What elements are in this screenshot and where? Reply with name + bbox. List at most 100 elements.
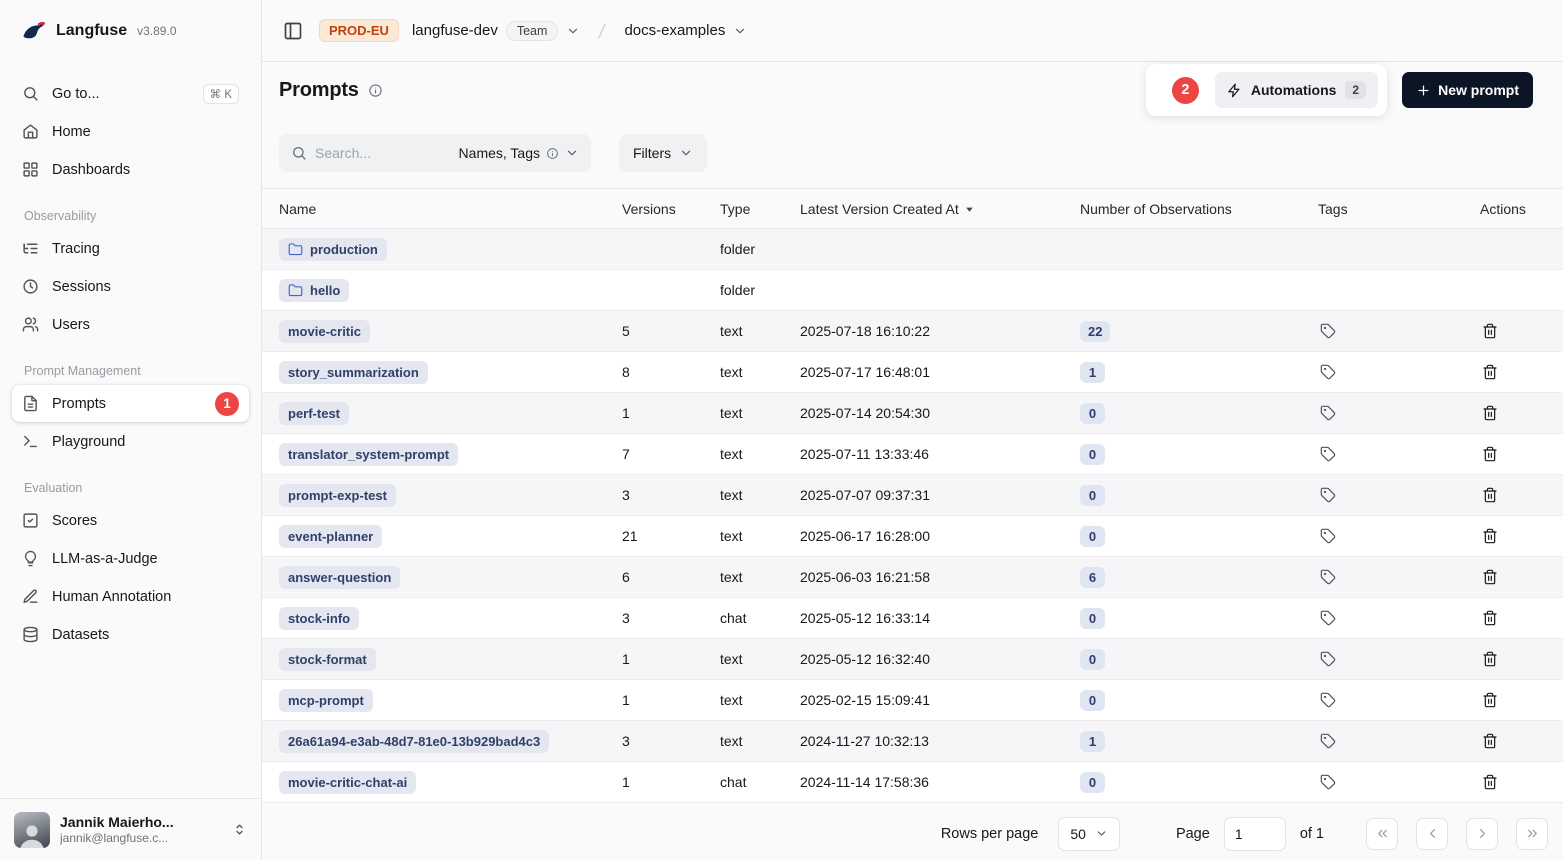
first-page-button[interactable]: [1366, 818, 1398, 850]
filters-button[interactable]: Filters: [619, 134, 707, 172]
prompt-name-badge[interactable]: hello: [279, 279, 349, 302]
prompt-name-badge[interactable]: mcp-prompt: [279, 689, 373, 712]
table-row[interactable]: 26a61a94-e3ab-48d7-81e0-13b929bad4c33tex…: [262, 721, 1563, 762]
table-row[interactable]: stock-format1text2025-05-12 16:32:400: [262, 639, 1563, 680]
search-scope-dropdown[interactable]: Names, Tags: [459, 145, 579, 161]
row-delete-button[interactable]: [1480, 649, 1500, 669]
table-row[interactable]: story_summarization8text2025-07-17 16:48…: [262, 352, 1563, 393]
type-cell: folder: [710, 229, 790, 270]
row-delete-button[interactable]: [1480, 526, 1500, 546]
row-delete-button[interactable]: [1480, 772, 1500, 792]
sidebar-section-observability: Observability: [0, 189, 261, 229]
column-header-created-at[interactable]: Latest Version Created At: [790, 189, 1070, 229]
sidebar-item-datasets[interactable]: Datasets: [12, 616, 249, 653]
prompt-name-badge[interactable]: movie-critic-chat-ai: [279, 771, 416, 794]
prompt-name-badge[interactable]: production: [279, 238, 387, 261]
environment-badge[interactable]: PROD-EU: [319, 19, 399, 42]
annotation-step-1-badge: 1: [215, 392, 239, 416]
page-number-input[interactable]: [1224, 817, 1286, 851]
row-delete-button[interactable]: [1480, 690, 1500, 710]
type-cell: text: [710, 557, 790, 598]
sidebar-item-sessions[interactable]: Sessions: [12, 268, 249, 305]
row-tag-button[interactable]: [1318, 444, 1338, 464]
automations-button[interactable]: Automations 2: [1215, 72, 1378, 108]
row-delete-button[interactable]: [1480, 567, 1500, 587]
row-tag-button[interactable]: [1318, 772, 1338, 792]
prompt-name-badge[interactable]: translator_system-prompt: [279, 443, 458, 466]
sidebar-item-human-annotation[interactable]: Human Annotation: [12, 578, 249, 615]
table-row[interactable]: prompt-exp-test3text2025-07-07 09:37:310: [262, 475, 1563, 516]
sidebar-toggle-button[interactable]: [280, 18, 306, 44]
prompt-name-badge[interactable]: stock-format: [279, 648, 376, 671]
column-header-type[interactable]: Type: [710, 189, 790, 229]
row-tag-button[interactable]: [1318, 485, 1338, 505]
row-delete-button[interactable]: [1480, 362, 1500, 382]
table-row[interactable]: stock-info3chat2025-05-12 16:33:140: [262, 598, 1563, 639]
info-icon[interactable]: [368, 83, 383, 98]
row-delete-button[interactable]: [1480, 444, 1500, 464]
prompt-name-badge[interactable]: story_summarization: [279, 361, 428, 384]
table-row[interactable]: hellofolder: [262, 270, 1563, 311]
search-box[interactable]: Names, Tags: [279, 134, 591, 172]
sidebar-item-llm-judge[interactable]: LLM-as-a-Judge: [12, 540, 249, 577]
last-page-button[interactable]: [1516, 818, 1548, 850]
column-header-tags[interactable]: Tags: [1308, 189, 1470, 229]
row-delete-button[interactable]: [1480, 608, 1500, 628]
sidebar-item-users[interactable]: Users: [12, 306, 249, 343]
table-row[interactable]: translator_system-prompt7text2025-07-11 …: [262, 434, 1563, 475]
prompt-name-badge[interactable]: answer-question: [279, 566, 400, 589]
column-header-name[interactable]: Name: [262, 189, 612, 229]
table-row[interactable]: event-planner21text2025-06-17 16:28:000: [262, 516, 1563, 557]
table-row[interactable]: production folder: [262, 229, 1563, 270]
row-tag-button[interactable]: [1318, 649, 1338, 669]
sidebar-item-scores[interactable]: Scores: [12, 502, 249, 539]
prev-page-button[interactable]: [1416, 818, 1448, 850]
table-row[interactable]: mcp-prompt1text2025-02-15 15:09:410: [262, 680, 1563, 721]
row-tag-button[interactable]: [1318, 403, 1338, 423]
user-menu[interactable]: Jannik Maierho... jannik@langfuse.c...: [0, 798, 261, 860]
brand[interactable]: Langfuse v3.89.0: [0, 0, 261, 62]
search-input[interactable]: [315, 145, 451, 161]
next-page-button[interactable]: [1466, 818, 1498, 850]
sidebar-item-tracing[interactable]: Tracing: [12, 230, 249, 267]
org-switcher[interactable]: langfuse-dev Team: [412, 21, 580, 41]
sidebar-item-goto[interactable]: Go to... ⌘ K: [12, 75, 249, 112]
table-row[interactable]: movie-critic-chat-ai1chat2024-11-14 17:5…: [262, 762, 1563, 803]
prompt-name-badge[interactable]: stock-info: [279, 607, 359, 630]
table-row[interactable]: movie-critic5text2025-07-18 16:10:2222: [262, 311, 1563, 352]
row-delete-button[interactable]: [1480, 403, 1500, 423]
sidebar-item-dashboards[interactable]: Dashboards: [12, 151, 249, 188]
prompt-name-badge[interactable]: perf-test: [279, 402, 349, 425]
rows-per-page-select[interactable]: 50: [1058, 817, 1120, 851]
row-tag-button[interactable]: [1318, 526, 1338, 546]
prompt-name-label: prompt-exp-test: [288, 488, 387, 503]
row-tag-button[interactable]: [1318, 567, 1338, 587]
row-tag-button[interactable]: [1318, 608, 1338, 628]
row-delete-button[interactable]: [1480, 485, 1500, 505]
sidebar-item-home[interactable]: Home: [12, 113, 249, 150]
prompt-name-label: event-planner: [288, 529, 373, 544]
table-row[interactable]: answer-question6text2025-06-03 16:21:586: [262, 557, 1563, 598]
prompt-name-badge[interactable]: prompt-exp-test: [279, 484, 396, 507]
observations-count-badge: 0: [1080, 690, 1105, 711]
project-switcher[interactable]: docs-examples: [624, 22, 747, 39]
prompt-name-badge[interactable]: 26a61a94-e3ab-48d7-81e0-13b929bad4c3: [279, 730, 549, 753]
table-row[interactable]: perf-test1text2025-07-14 20:54:300: [262, 393, 1563, 434]
row-tag-button[interactable]: [1318, 731, 1338, 751]
column-header-actions: Actions: [1470, 189, 1563, 229]
column-header-observations[interactable]: Number of Observations: [1070, 189, 1308, 229]
prompt-name-badge[interactable]: event-planner: [279, 525, 382, 548]
sidebar-item-prompts[interactable]: Prompts 1: [12, 385, 249, 422]
created-at-cell: 2025-06-03 16:21:58: [790, 557, 1070, 598]
row-delete-button[interactable]: [1480, 321, 1500, 341]
row-tag-button[interactable]: [1318, 690, 1338, 710]
prompt-name-label: 26a61a94-e3ab-48d7-81e0-13b929bad4c3: [288, 734, 540, 749]
row-delete-button[interactable]: [1480, 731, 1500, 751]
sidebar-item-playground[interactable]: Playground: [12, 423, 249, 460]
row-tag-button[interactable]: [1318, 362, 1338, 382]
row-tag-button[interactable]: [1318, 321, 1338, 341]
column-header-versions[interactable]: Versions: [612, 189, 710, 229]
new-prompt-button[interactable]: New prompt: [1402, 72, 1533, 108]
prompt-name-badge[interactable]: movie-critic: [279, 320, 370, 343]
pager: [1366, 818, 1548, 850]
